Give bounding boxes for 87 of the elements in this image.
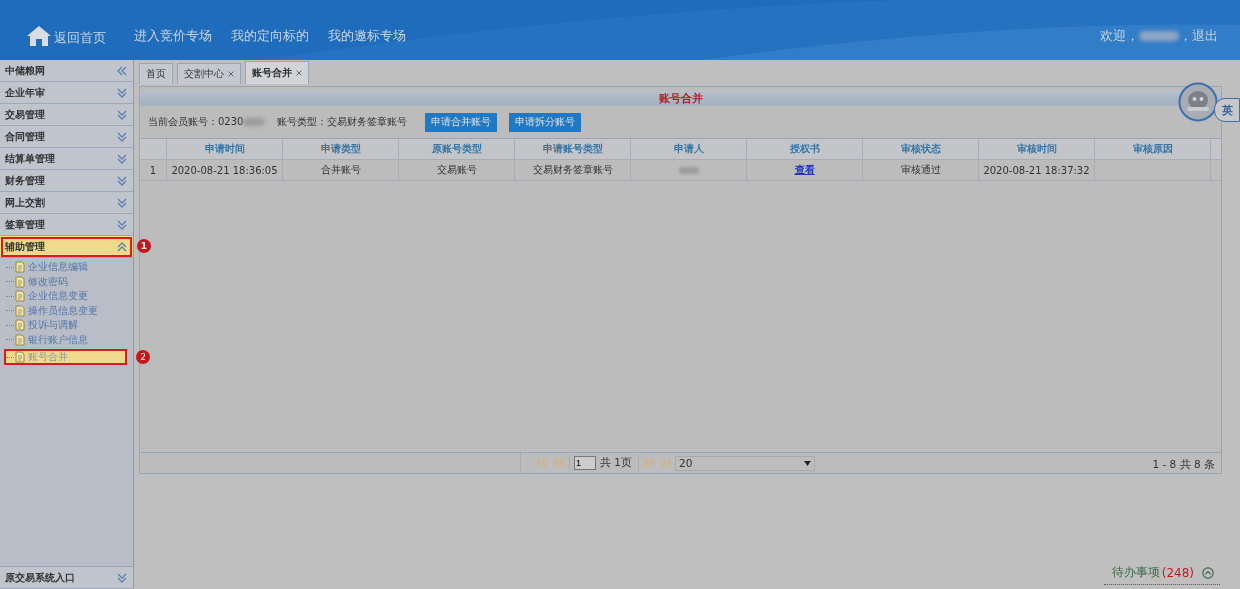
menu-item[interactable]: 企业年审 [0, 82, 133, 104]
nav-link[interactable]: 进入竞价专场 [134, 27, 212, 45]
robot-assistant-icon[interactable] [1178, 82, 1218, 122]
document-icon [15, 275, 25, 288]
action-button[interactable]: 申请合并账号 [425, 112, 498, 132]
column-header[interactable]: 申请账号类型 [515, 139, 631, 159]
column-header[interactable]: 审核原因 [1095, 139, 1211, 159]
table-cell: 审核通过 [900, 163, 941, 177]
chevron-icon [117, 87, 127, 98]
logout-link[interactable]: ，退出 [1179, 27, 1218, 45]
table-cell: 交易账号 [436, 163, 477, 177]
view-link[interactable]: 查看 [794, 163, 815, 177]
record-summary: 1 - 8 共 8 条 [1152, 458, 1215, 472]
tab[interactable]: 交割中心 [177, 63, 241, 84]
document-icon [15, 290, 25, 303]
previous-page-icon[interactable] [553, 458, 565, 468]
chevron-icon [117, 219, 127, 230]
chevron-icon [117, 197, 127, 208]
submenu-item[interactable]: 企业信息编辑 [0, 260, 133, 275]
submenu-item[interactable]: 银行账户信息 [0, 332, 133, 347]
menu-item[interactable]: 财务管理 [0, 170, 133, 192]
expand-up-icon [1202, 566, 1214, 579]
submenu-item[interactable]: 投诉与调解 [0, 318, 133, 333]
column-header[interactable]: 审核状态 [863, 139, 979, 159]
first-page-icon[interactable] [537, 458, 549, 468]
menu-item[interactable]: 原交易系统入口 [0, 566, 133, 589]
account-label: 当前会员账号：0230 [148, 115, 244, 129]
chevron-icon [117, 241, 127, 252]
redacted-mark [678, 166, 699, 174]
page-size-select[interactable]: 20 [675, 455, 816, 471]
table-cell: 2020-08-21 18:37:32 [983, 164, 1090, 176]
sidebar-title[interactable]: 中储粮网 [0, 60, 133, 82]
callout-number: 2 [136, 350, 150, 364]
chevron-icon [117, 175, 127, 186]
account-type-label: 账号类型：交易财务签章账号 [277, 115, 408, 129]
column-header[interactable]: 授权书 [747, 139, 863, 159]
page-total: 共 1页 [600, 456, 633, 470]
tab[interactable]: 首页 [139, 63, 173, 84]
submenu-item[interactable]: 修改密码 [0, 274, 133, 289]
todo-count: (248) [1161, 565, 1194, 580]
submenu-item[interactable]: 企业信息变更 [0, 289, 133, 304]
menu-item[interactable]: 结算单管理 [0, 148, 133, 170]
document-icon [15, 261, 25, 274]
menu-item[interactable]: 合同管理 [0, 126, 133, 148]
last-page-icon[interactable] [659, 458, 672, 468]
document-icon [15, 351, 25, 363]
close-icon[interactable] [296, 70, 302, 76]
chevron-icon [117, 131, 127, 142]
redacted-mark [1139, 31, 1179, 41]
todo-link[interactable]: 待办事项 (248) [1103, 564, 1220, 585]
tab[interactable]: 账号合并 [245, 61, 309, 84]
menu-item[interactable]: 网上交割 [0, 192, 133, 214]
menu-item[interactable]: 签章管理 [0, 214, 133, 236]
row-number: 1 [140, 160, 167, 180]
submenu-item[interactable]: 操作员信息变更 [0, 303, 133, 318]
close-icon[interactable] [228, 71, 234, 77]
document-icon [15, 319, 25, 332]
column-header[interactable]: 申请人 [631, 139, 747, 159]
column-header[interactable]: 审核时间 [979, 139, 1095, 159]
collapse-icon [117, 65, 127, 76]
document-icon [15, 304, 25, 317]
nav-link[interactable]: 我的邀标专场 [328, 27, 406, 45]
menu-item[interactable]: 交易管理 [0, 104, 133, 126]
page-input[interactable]: 1 [574, 456, 596, 470]
table-cell: 2020-08-21 18:36:05 [171, 164, 278, 176]
chevron-icon [117, 153, 127, 164]
next-page-icon[interactable] [643, 458, 656, 468]
panel-title: 账号合并 [658, 91, 703, 106]
sidebar-title-text: 中储粮网 [5, 63, 45, 78]
home-link[interactable]: 返回首页 [26, 25, 106, 47]
table-cell: 交易财务签章账号 [532, 163, 613, 177]
nav-link[interactable]: 我的定向标的 [231, 27, 309, 45]
chevron-icon [117, 572, 127, 583]
column-header[interactable]: 申请时间 [167, 139, 283, 159]
home-label: 返回首页 [54, 29, 106, 47]
home-icon [26, 25, 52, 47]
action-button[interactable]: 申请拆分账号 [509, 112, 582, 132]
callout-number: 1 [137, 239, 151, 253]
column-header[interactable]: 原账号类型 [399, 139, 515, 159]
welcome-text: 欢迎， [1100, 27, 1139, 45]
language-toggle[interactable]: 英 [1214, 98, 1240, 122]
redacted-mark [243, 118, 266, 126]
dropdown-icon [804, 460, 812, 466]
table-cell: 合并账号 [320, 163, 361, 177]
chevron-icon [117, 109, 127, 120]
column-header[interactable]: 申请类型 [283, 139, 399, 159]
document-icon [15, 333, 25, 346]
